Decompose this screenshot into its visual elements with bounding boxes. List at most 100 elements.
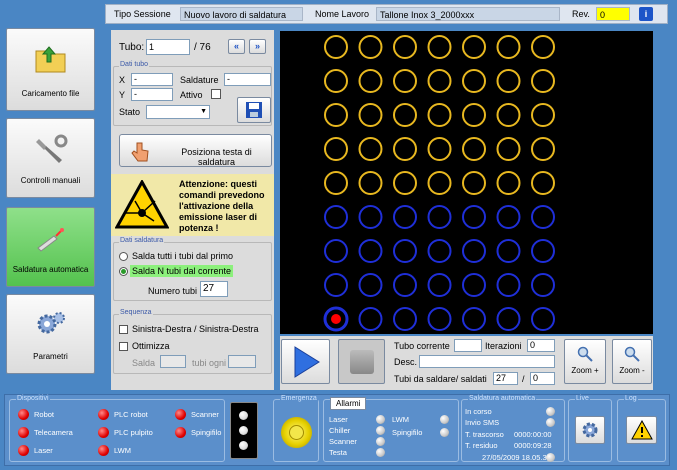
tube-circle[interactable] [324, 69, 348, 93]
tube-circle[interactable] [393, 69, 417, 93]
tube-circle[interactable] [496, 103, 521, 127]
tube-circle[interactable] [358, 273, 383, 297]
tube-circle[interactable] [462, 205, 486, 229]
tube-circle[interactable] [427, 307, 452, 331]
tube-circle[interactable] [531, 69, 555, 93]
nav-saldatura-automatica[interactable]: Saldatura automatica [6, 207, 95, 287]
log-button[interactable] [626, 416, 657, 444]
tube-circle[interactable] [531, 273, 555, 297]
prev-tube-button[interactable]: « [228, 39, 245, 54]
tube-circle[interactable] [393, 205, 417, 229]
tube-circle[interactable] [531, 205, 555, 229]
tube-circle[interactable] [496, 239, 521, 263]
tube-circle[interactable] [496, 35, 521, 59]
rev-field: 0 [596, 7, 630, 21]
sinistra-destra-checkbox[interactable] [119, 325, 128, 334]
tube-circle[interactable] [427, 239, 452, 263]
zoom-in-label: Zoom + [571, 366, 599, 375]
play-button[interactable] [281, 339, 330, 384]
salda-n-label: Salda N tubi dal corrente [130, 265, 234, 277]
tube-circle[interactable] [324, 35, 348, 59]
info-icon[interactable]: i [639, 7, 653, 21]
tube-circle[interactable] [462, 103, 486, 127]
tube-circle[interactable] [393, 273, 417, 297]
tube-circle[interactable] [531, 307, 555, 331]
stato-select[interactable]: ▼ [146, 105, 210, 119]
ottimizza-checkbox[interactable] [119, 342, 128, 351]
tube-circle[interactable] [531, 35, 555, 59]
tube-circle[interactable] [462, 171, 486, 195]
tube-circle[interactable] [427, 35, 452, 59]
zoom-out-icon [624, 346, 640, 362]
stato-label: Stato [119, 107, 141, 117]
tube-circle[interactable] [324, 205, 348, 229]
next-tube-button[interactable]: » [249, 39, 266, 54]
nav-controlli-manuali[interactable]: Controlli manuali [6, 118, 95, 198]
tube-circle[interactable] [531, 137, 555, 161]
tube-circle[interactable] [393, 171, 417, 195]
attivo-checkbox[interactable] [211, 89, 221, 99]
tube-circle[interactable] [358, 35, 383, 59]
stop-button[interactable] [338, 339, 385, 384]
salda-field[interactable] [160, 355, 186, 368]
tube-circle[interactable] [427, 273, 452, 297]
tube-circle[interactable] [462, 273, 486, 297]
tube-circle[interactable] [531, 171, 555, 195]
tube-circle[interactable] [496, 205, 521, 229]
tube-circle[interactable] [393, 137, 417, 161]
tube-circle[interactable] [427, 137, 452, 161]
tubi-ogni-field[interactable] [228, 355, 256, 368]
tube-circle[interactable] [496, 69, 521, 93]
tube-map[interactable] [280, 31, 653, 334]
salda-n-radio[interactable] [119, 267, 128, 276]
y-field[interactable]: - [131, 88, 173, 101]
tube-circle[interactable] [531, 239, 555, 263]
tube-circle[interactable] [496, 171, 521, 195]
tube-circle[interactable] [324, 103, 348, 127]
tube-circle[interactable] [324, 137, 348, 161]
tube-circle[interactable] [324, 171, 348, 195]
tube-circle[interactable] [427, 69, 452, 93]
tube-circle[interactable] [324, 273, 348, 297]
tubo-stepper[interactable]: 1 [146, 39, 190, 55]
plc-pulpito-led [98, 427, 109, 438]
tube-circle[interactable] [358, 171, 383, 195]
tube-grid[interactable] [280, 31, 653, 334]
tube-circle[interactable] [393, 239, 417, 263]
save-button[interactable] [237, 97, 271, 123]
zoom-out-button[interactable]: Zoom - [612, 339, 652, 384]
tube-circle[interactable] [427, 205, 452, 229]
tube-circle[interactable] [358, 69, 383, 93]
posiziona-testa-button[interactable]: Posiziona testa di saldatura [119, 134, 272, 167]
salda-tutti-radio[interactable] [119, 252, 128, 261]
tube-circle[interactable] [358, 103, 383, 127]
tab-allarmi[interactable]: Allarmi [330, 397, 367, 410]
tube-circle[interactable] [358, 137, 383, 161]
salda-tutti-label: Salda tutti i tubi dal primo [132, 251, 234, 261]
tube-circle[interactable] [462, 137, 486, 161]
tube-circle[interactable] [358, 239, 383, 263]
numero-tubi-stepper[interactable]: 27 [200, 281, 228, 297]
live-button[interactable] [575, 416, 605, 444]
tube-circle[interactable] [358, 205, 383, 229]
tube-circle[interactable] [462, 69, 486, 93]
tube-circle[interactable] [393, 35, 417, 59]
tube-circle[interactable] [462, 35, 486, 59]
tube-circle[interactable] [393, 307, 417, 331]
saldature-field[interactable]: - [224, 73, 271, 86]
tube-circle[interactable] [496, 307, 521, 331]
tube-circle[interactable] [496, 137, 521, 161]
zoom-in-button[interactable]: Zoom + [564, 339, 606, 384]
tube-circle[interactable] [427, 103, 452, 127]
tube-circle[interactable] [462, 307, 486, 331]
nav-caricamento-file[interactable]: Caricamento file [6, 28, 95, 111]
tube-circle[interactable] [462, 239, 486, 263]
tube-circle[interactable] [358, 307, 383, 331]
tube-circle[interactable] [427, 171, 452, 195]
nav-parametri[interactable]: Parametri [6, 294, 95, 374]
tube-circle[interactable] [531, 103, 555, 127]
tube-circle[interactable] [393, 103, 417, 127]
tube-circle[interactable] [496, 273, 521, 297]
tube-circle[interactable] [324, 239, 348, 263]
x-field[interactable]: - [131, 73, 173, 86]
